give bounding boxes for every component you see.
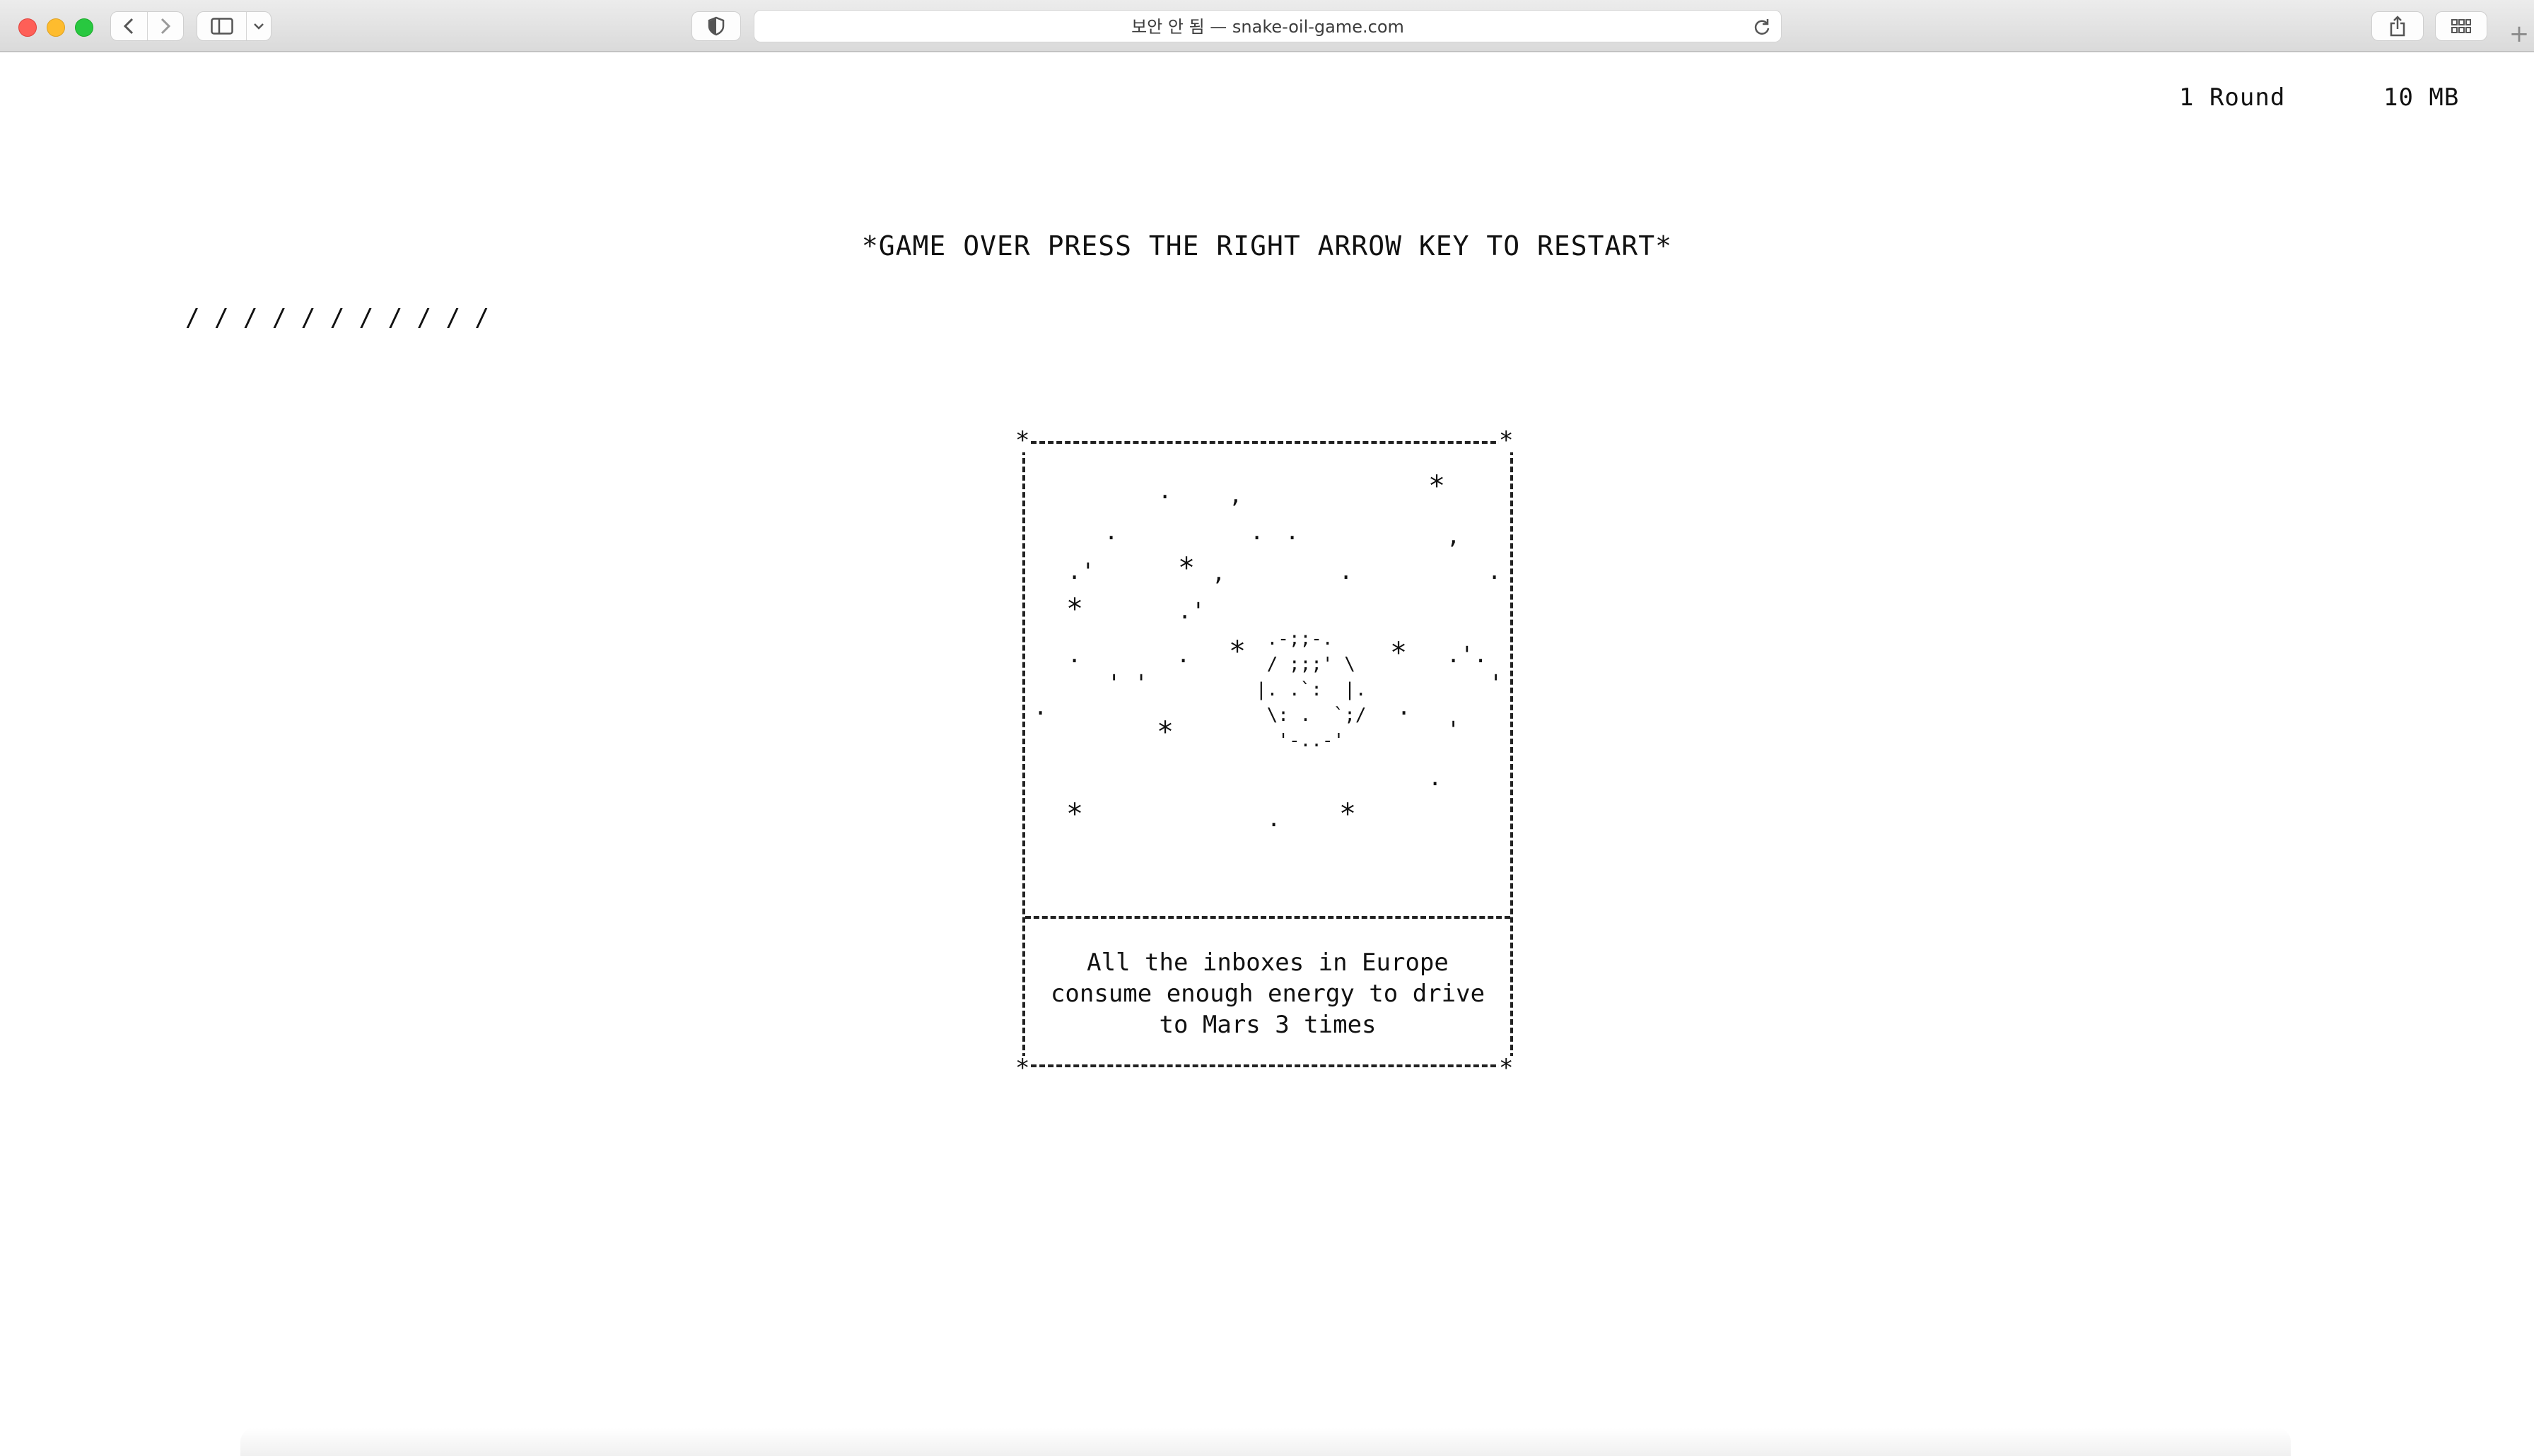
star: * — [1390, 637, 1408, 669]
star: * — [1066, 798, 1084, 830]
ascii-space-art: * * * * * * * * . , . . . , .' , . . .' … — [1022, 441, 1513, 915]
dot: . — [1104, 518, 1119, 545]
minimize-window-button[interactable] — [47, 18, 65, 37]
dot: , — [1212, 559, 1226, 586]
card-caption: All the inboxes in Europe consume enough… — [1025, 947, 1510, 1040]
tab-overview-icon — [2451, 19, 2471, 33]
card-divider — [1025, 916, 1510, 919]
close-window-button[interactable] — [18, 18, 37, 37]
dot: . — [1267, 805, 1281, 832]
address-text: 보안 안 됨 — snake-oil-game.com — [1131, 17, 1404, 37]
star: * — [1339, 798, 1357, 830]
address-bar[interactable]: 보안 안 됨 — snake-oil-game.com — [754, 10, 1782, 42]
history-nav-group — [110, 11, 184, 41]
plus-icon: + — [2509, 20, 2530, 48]
tab-overview-button[interactable] — [2435, 11, 2487, 41]
size-counter: 10 MB — [2383, 83, 2460, 112]
dot: . — [1176, 641, 1191, 668]
fullscreen-window-button[interactable] — [75, 18, 93, 37]
caption-line: All the inboxes in Europe — [1087, 949, 1449, 977]
dot: . — [1068, 641, 1082, 668]
forward-button[interactable] — [148, 12, 184, 40]
browser-toolbar: 보안 안 됨 — snake-oil-game.com + — [0, 0, 2534, 52]
sidebar-button[interactable] — [197, 12, 247, 40]
card-corner-bottom-left: * — [1015, 1054, 1030, 1082]
game-over-message: *GAME OVER PRESS THE RIGHT ARROW KEY TO … — [861, 230, 1673, 262]
dot: . — [1285, 518, 1300, 545]
earth-ascii: .-;;-. / ;;;' \ |. .`: |. \: . `;/ '-..-… — [1256, 628, 1367, 751]
dot: .' — [1178, 597, 1205, 624]
star: * — [1157, 716, 1174, 748]
caption-line: consume enough energy to drive — [1050, 980, 1485, 1008]
star: * — [1229, 635, 1246, 668]
privacy-shield-icon — [708, 16, 725, 36]
dot: . — [1034, 693, 1048, 720]
back-arrow-icon — [124, 18, 134, 35]
round-counter: 1 Round — [2179, 83, 2286, 112]
dot: ' — [1447, 716, 1461, 743]
dot: . — [1397, 693, 1411, 720]
sidebar-toggle-group — [197, 11, 272, 41]
dot: . — [1158, 477, 1172, 504]
star: * — [1066, 593, 1084, 626]
caption-line: to Mars 3 times — [1159, 1011, 1377, 1039]
dot: .'. — [1447, 641, 1488, 668]
reload-icon[interactable] — [1753, 18, 1771, 36]
sidebar-menu-button[interactable] — [247, 12, 271, 40]
dot: . — [1428, 764, 1442, 791]
chevron-down-icon — [254, 23, 264, 30]
star: * — [1428, 470, 1446, 503]
forward-arrow-icon — [160, 18, 170, 35]
dot: ' — [1489, 669, 1503, 696]
dot: , — [1447, 522, 1461, 549]
dot: . — [1339, 558, 1353, 585]
privacy-report-button[interactable] — [691, 11, 741, 41]
new-tab-button[interactable]: + — [2504, 20, 2534, 52]
page-bottom-shadow — [240, 1428, 2291, 1456]
dot: ' ' — [1107, 669, 1148, 696]
card-corner-bottom-right: * — [1499, 1054, 1514, 1082]
dot: . — [1250, 518, 1264, 545]
dot: .' — [1068, 558, 1095, 585]
share-icon — [2390, 16, 2405, 37]
star: * — [1178, 552, 1196, 585]
share-button[interactable] — [2371, 11, 2424, 41]
dot: , — [1229, 481, 1243, 508]
lives-indicator: / / / / / / / / / / / — [185, 304, 489, 332]
sidebar-icon — [210, 18, 233, 35]
back-button[interactable] — [111, 12, 148, 40]
dot: . — [1488, 558, 1502, 585]
